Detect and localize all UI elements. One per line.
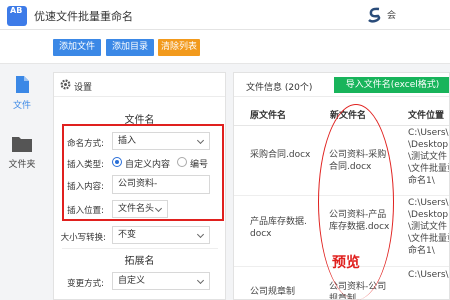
section-extension-title: 拓展名: [124, 256, 155, 267]
gear-icon: [60, 79, 71, 90]
file-list-header: 文件信息 (20个) 导入文件名(excel格式): [234, 73, 449, 97]
import-excel-button[interactable]: 导入文件名(excel格式): [334, 77, 449, 93]
cell-location: C:\Users\a\Desktop\测试文件\文件批量重命名1\: [408, 198, 450, 256]
sidebar: 文件 文件夹: [0, 64, 44, 300]
file-count-title: 文件信息 (20个): [246, 83, 313, 93]
change-mode-value: 自定义: [118, 276, 146, 286]
chevron-down-icon: [196, 230, 205, 239]
member-label[interactable]: 会: [387, 8, 396, 21]
sidebar-item-label: 文件: [12, 101, 31, 111]
app-title: 优速文件批量重命名: [34, 10, 133, 23]
clear-list-button[interactable]: 清除列表: [158, 39, 200, 56]
add-directory-button[interactable]: 添加目录: [106, 39, 154, 56]
cell-original-name: 公司规章制: [250, 287, 296, 297]
app-logo-icon: AB: [7, 6, 27, 26]
section-divider: [62, 248, 218, 249]
toolbar: 添加文件 添加目录 清除列表: [0, 30, 450, 64]
case-convert-label: 大小写转换:: [60, 233, 106, 243]
file-icon: [16, 76, 29, 93]
sidebar-item-folder[interactable]: 文件夹: [0, 136, 44, 170]
cell-location: C:\Users\a: [408, 270, 450, 280]
brand-logo-icon: [368, 7, 381, 23]
cell-location: C:\Users\a\Desktop\测试文件\文件批量重命名1\: [408, 128, 450, 186]
case-convert-value: 不变: [118, 230, 137, 240]
add-file-button[interactable]: 添加文件: [53, 39, 101, 56]
change-mode-label: 变更方式:: [67, 279, 104, 289]
preview-annotation: 预览: [332, 255, 360, 271]
title-bar: AB 优速文件批量重命名 会: [0, 0, 450, 30]
settings-title: 设置: [74, 83, 93, 93]
column-location[interactable]: 文件位置: [408, 108, 444, 121]
sidebar-item-file[interactable]: 文件: [0, 76, 44, 111]
folder-icon: [12, 137, 32, 152]
cell-original-name: 产品库存数据.docx: [250, 217, 307, 239]
chevron-down-icon: [196, 276, 205, 285]
sidebar-item-label: 文件夹: [8, 160, 36, 170]
change-mode-select[interactable]: 自定义: [112, 272, 210, 290]
column-original-name[interactable]: 原文件名: [250, 108, 286, 121]
highlight-box: [62, 124, 224, 221]
cell-original-name: 采购合同.docx: [250, 150, 311, 160]
case-convert-select[interactable]: 不变: [112, 226, 210, 244]
settings-header: 设置: [54, 73, 225, 97]
